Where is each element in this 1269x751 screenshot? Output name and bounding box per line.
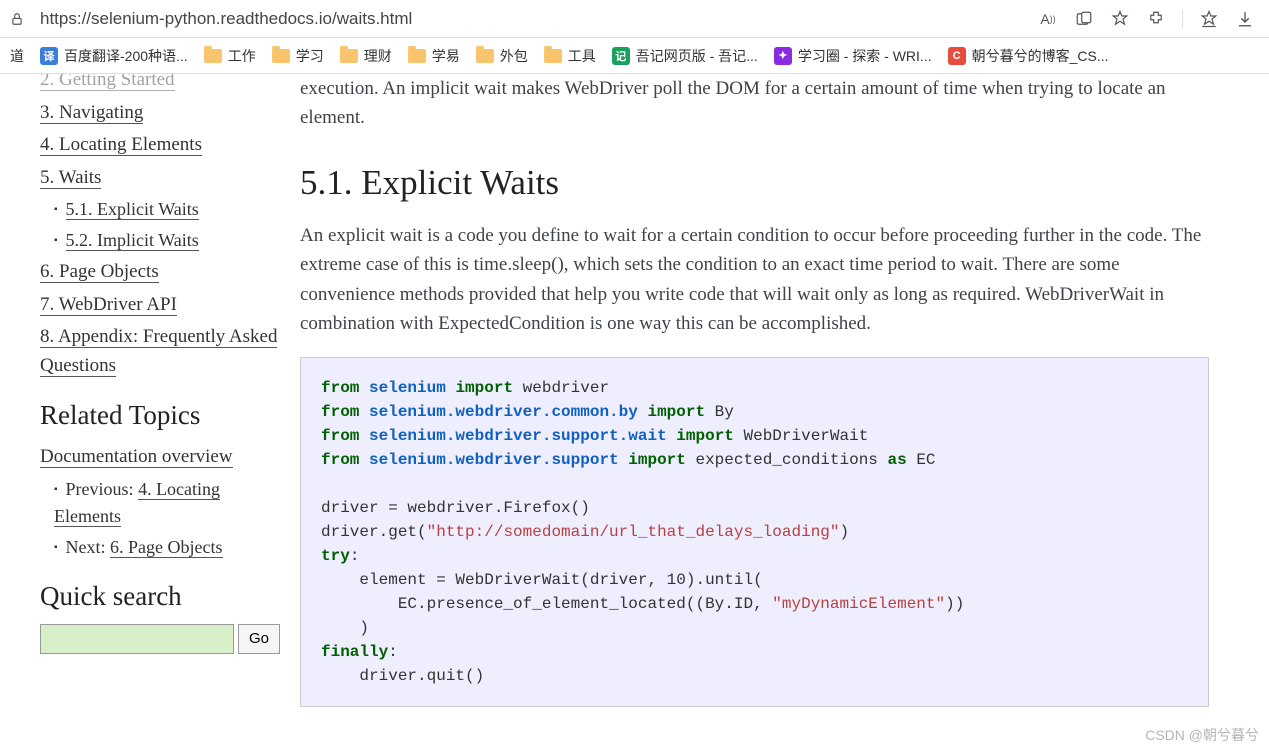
read-aloud-icon[interactable]: A)) xyxy=(1038,9,1058,29)
folder-icon xyxy=(272,49,290,63)
next-link[interactable]: 6. Page Objects xyxy=(110,537,222,558)
main-content: execution. An implicit wait makes WebDri… xyxy=(300,74,1269,751)
bookmark-label: 理财 xyxy=(364,46,392,66)
folder-icon xyxy=(340,49,358,63)
go-button[interactable]: Go xyxy=(238,624,280,654)
nav-link-locating[interactable]: 4. Locating Elements xyxy=(40,134,202,156)
bookmarks-bar: 道 译百度翻译-200种语... 工作 学习 理财 学易 外包 工具 记吾记网页… xyxy=(0,38,1269,74)
folder-icon xyxy=(544,49,562,63)
bookmark-folder[interactable]: 工具 xyxy=(538,42,602,70)
lock-icon xyxy=(10,12,24,26)
page-body: 2. Getting Started 3. Navigating 4. Loca… xyxy=(0,74,1269,751)
bookmark-item[interactable]: 记吾记网页版 - 吾记... xyxy=(606,42,764,70)
search-row: Go xyxy=(40,624,280,654)
nav-sublist: 5.1. Explicit Waits 5.2. Implicit Waits xyxy=(54,196,280,254)
favorites-icon[interactable] xyxy=(1199,9,1219,29)
bookmark-item[interactable]: C 朝兮暮兮的博客_CS... xyxy=(942,42,1115,70)
next-label: Next: xyxy=(66,537,111,557)
bookmark-icon: 译 xyxy=(40,47,58,65)
search-input[interactable] xyxy=(40,624,234,654)
folder-icon xyxy=(408,49,426,63)
related-topics-heading: Related Topics xyxy=(40,400,280,431)
bookmark-folder[interactable]: 理财 xyxy=(334,42,398,70)
nav-link-appendix[interactable]: 8. Appendix: Frequently Asked Questions xyxy=(40,326,277,377)
bookmark-label: 工具 xyxy=(568,46,596,66)
translate-icon[interactable] xyxy=(1074,9,1094,29)
bookmark-folder[interactable]: 工作 xyxy=(198,42,262,70)
nav-link-explicit-waits[interactable]: 5.1. Explicit Waits xyxy=(66,199,199,220)
section-heading-explicit-waits: 5.1. Explicit Waits xyxy=(300,163,1209,203)
folder-icon xyxy=(476,49,494,63)
bookmark-item[interactable]: ✦ 学习圈 - 探索 - WRI... xyxy=(768,42,938,70)
nav-link-page-objects[interactable]: 6. Page Objects xyxy=(40,261,159,283)
intro-paragraph: execution. An implicit wait makes WebDri… xyxy=(300,74,1209,133)
browser-address-bar: A)) xyxy=(0,0,1269,38)
bookmark-label: 外包 xyxy=(500,46,528,66)
bookmark-folder[interactable]: 学习 xyxy=(266,42,330,70)
bookmark-icon: ✦ xyxy=(774,47,792,65)
watermark: CSDN @朝兮暮兮 xyxy=(1145,725,1259,745)
bookmark-label: 学习圈 - 探索 - WRI... xyxy=(798,46,932,66)
bookmark-icon: C xyxy=(948,47,966,65)
bookmark-folder[interactable]: 学易 xyxy=(402,42,466,70)
doc-overview-link[interactable]: Documentation overview xyxy=(40,446,233,468)
nav-link-waits[interactable]: 5. Waits xyxy=(40,167,101,189)
nav-list: 2. Getting Started 3. Navigating 4. Loca… xyxy=(40,74,280,380)
url-input[interactable] xyxy=(32,5,1030,33)
favorite-add-icon[interactable] xyxy=(1110,9,1130,29)
extension-icon[interactable] xyxy=(1146,9,1166,29)
quick-search-heading: Quick search xyxy=(40,581,280,612)
browser-actions: A)) xyxy=(1038,9,1259,29)
bookmark-label: 学易 xyxy=(432,46,460,66)
nav-link-getting-started[interactable]: 2. Getting Started xyxy=(40,74,175,91)
prev-label: Previous: xyxy=(66,479,139,499)
sidebar: 2. Getting Started 3. Navigating 4. Loca… xyxy=(0,74,300,751)
bookmark-label: 学习 xyxy=(296,46,324,66)
bookmark-item[interactable]: 道 xyxy=(4,42,30,70)
bookmark-label: 工作 xyxy=(228,46,256,66)
folder-icon xyxy=(204,49,222,63)
bookmark-label: 朝兮暮兮的博客_CS... xyxy=(972,46,1109,66)
nav-link-implicit-waits[interactable]: 5.2. Implicit Waits xyxy=(66,230,199,251)
section-paragraph: An explicit wait is a code you define to… xyxy=(300,221,1209,339)
nav-link-webdriver-api[interactable]: 7. WebDriver API xyxy=(40,294,177,316)
bookmark-label: 道 xyxy=(10,46,24,66)
separator xyxy=(1182,10,1183,28)
bookmark-icon: 记 xyxy=(612,47,630,65)
nav-link-navigating[interactable]: 3. Navigating xyxy=(40,102,143,124)
bookmark-folder[interactable]: 外包 xyxy=(470,42,534,70)
bookmark-label: 吾记网页版 - 吾记... xyxy=(636,46,758,66)
download-icon[interactable] xyxy=(1235,9,1255,29)
code-block: from selenium import webdriver from sele… xyxy=(300,357,1209,707)
bookmark-item[interactable]: 译百度翻译-200种语... xyxy=(34,42,194,70)
bookmark-label: 百度翻译-200种语... xyxy=(64,46,188,66)
